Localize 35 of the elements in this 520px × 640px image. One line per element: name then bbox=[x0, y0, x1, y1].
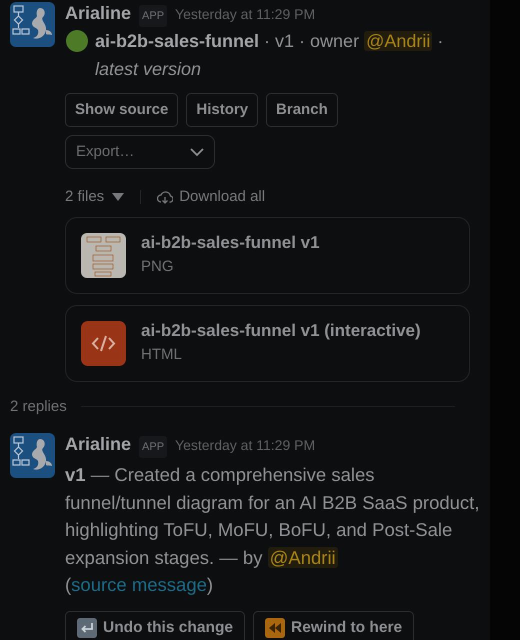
action-button[interactable]: Show source bbox=[65, 93, 178, 127]
version-summary: ai-b2b-sales-funnel · v1 · owner @Andrii · latest version bbox=[95, 30, 444, 81]
cloud-download-icon bbox=[157, 190, 174, 205]
user-mention[interactable]: @Andrii bbox=[364, 31, 432, 51]
app-badge: APP bbox=[139, 436, 168, 458]
replies-count[interactable]: 2 replies bbox=[10, 396, 67, 418]
file-name: ai-b2b-sales-funnel v1 (interactive) bbox=[141, 320, 421, 342]
app-avatar-icon bbox=[10, 2, 55, 47]
code-file-icon bbox=[81, 320, 126, 366]
app-avatar-icon bbox=[10, 433, 55, 478]
author-name[interactable]: Arialine bbox=[65, 433, 132, 455]
timestamp[interactable]: Yesterday at 11:29 PM bbox=[175, 434, 316, 456]
chevron-down-icon bbox=[190, 148, 204, 156]
action-button[interactable]: Undo this change bbox=[65, 610, 246, 640]
action-button[interactable]: History bbox=[186, 93, 258, 127]
author-name[interactable]: Arialine bbox=[65, 2, 132, 24]
timestamp[interactable]: Yesterday at 11:29 PM bbox=[175, 3, 316, 25]
action-button[interactable]: Branch bbox=[266, 93, 338, 127]
app-badge: APP bbox=[139, 5, 168, 27]
source-message-link[interactable]: source message bbox=[71, 574, 207, 595]
status-circle-icon bbox=[65, 29, 89, 53]
file-type: PNG bbox=[141, 257, 175, 277]
file-type: HTML bbox=[141, 345, 183, 365]
caret-down-icon bbox=[112, 193, 124, 202]
file-card[interactable]: ai-b2b-sales-funnel v1 (interactive) HTML bbox=[65, 304, 470, 382]
diagram-thumbnail-icon bbox=[81, 232, 126, 278]
files-toggle[interactable]: 2 files bbox=[65, 186, 124, 208]
user-mention[interactable]: @Andrii bbox=[268, 546, 338, 568]
file-name: ai-b2b-sales-funnel v1 bbox=[141, 232, 320, 254]
file-card[interactable]: ai-b2b-sales-funnel v1 PNG bbox=[65, 216, 470, 294]
export-dropdown[interactable]: Export… bbox=[65, 135, 215, 169]
rewind-icon bbox=[265, 618, 286, 638]
download-all-button[interactable]: Download all bbox=[157, 186, 266, 208]
message-text: v1 — Created a comprehensive sales funnel/tunnel diagram for an AI B2B SaaS product, highlighting ToFU, MoFU, BoFU, and Post-Sale expansion stages. — by @Andrii (source message) bbox=[65, 463, 480, 597]
action-button[interactable]: Rewind to here bbox=[253, 610, 414, 640]
